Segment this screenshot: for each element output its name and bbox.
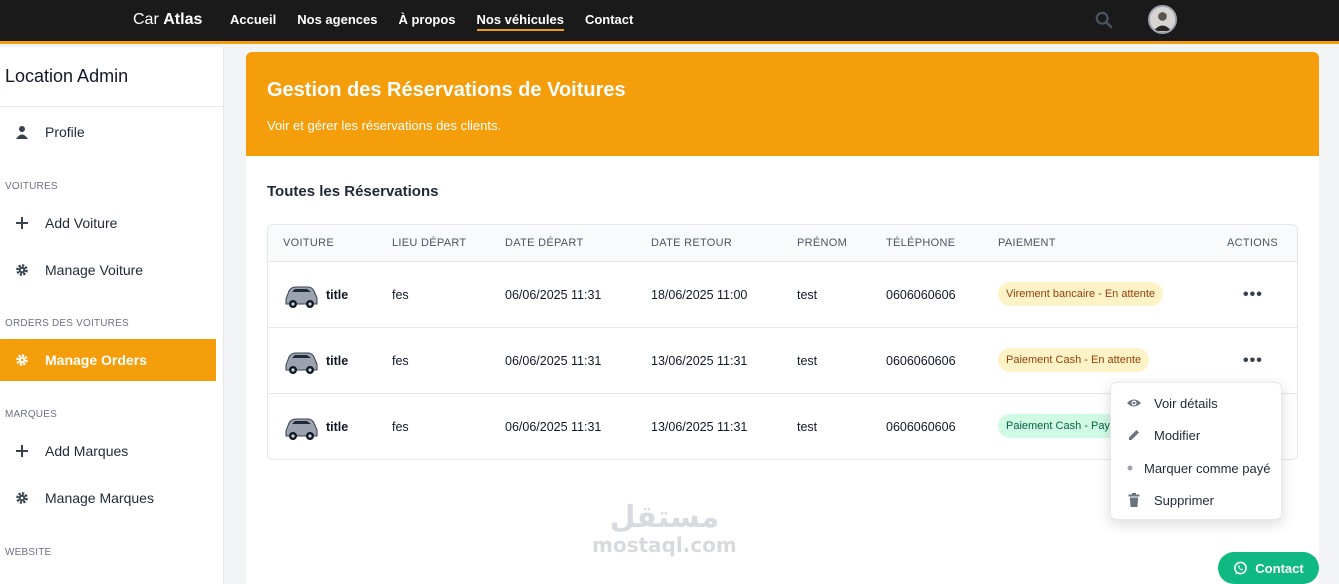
more-actions-icon[interactable]: ••• bbox=[1243, 286, 1263, 304]
cell-date-retour: 13/06/2025 11:31 bbox=[651, 420, 748, 434]
row-actions-menu: Voir détails Modifier Marquer comme payé… bbox=[1110, 382, 1282, 520]
cell-lieu: fes bbox=[392, 288, 409, 302]
brand-bold: Atlas bbox=[163, 11, 203, 28]
payment-status-badge: Virement bancaire - En attente bbox=[998, 282, 1163, 306]
cell-telephone: 0606060606 bbox=[886, 354, 956, 368]
menu-item-mark-paid[interactable]: Marquer comme payé bbox=[1126, 457, 1270, 479]
car-thumbnail bbox=[285, 286, 318, 308]
cell-prenom: test bbox=[797, 420, 818, 434]
nav-link-vehicules[interactable]: Nos véhicules bbox=[476, 12, 564, 31]
payment-status-badge: Paiement Cash - En attente bbox=[998, 348, 1150, 372]
cell-date-retour: 13/06/2025 11:31 bbox=[651, 354, 748, 368]
car-thumbnail bbox=[285, 418, 318, 440]
cell-lieu: fes bbox=[392, 420, 409, 434]
plus-icon bbox=[16, 445, 28, 457]
cell-prenom: test bbox=[797, 354, 818, 368]
watermark: مستقل mostaql.com bbox=[592, 500, 737, 557]
sidebar-item-label: Manage Voiture bbox=[45, 262, 144, 278]
nav-link-contact[interactable]: Contact bbox=[585, 12, 633, 31]
section-marques: MARQUES bbox=[5, 409, 57, 420]
nav-link-agences[interactable]: Nos agences bbox=[297, 12, 377, 31]
sidebar-item-label: Profile bbox=[45, 124, 85, 140]
eye-icon bbox=[1127, 399, 1141, 407]
column-header: DATE DÉPART bbox=[505, 237, 584, 249]
watermark-latin: mostaql.com bbox=[592, 533, 737, 557]
sidebar-item-label: Add Marques bbox=[45, 443, 129, 459]
user-icon bbox=[16, 126, 28, 139]
brand-prefix: Car bbox=[133, 11, 159, 28]
cell-prenom: test bbox=[797, 288, 818, 302]
contact-button[interactable]: Contact bbox=[1218, 552, 1319, 584]
sidebar-item-profile[interactable]: Profile bbox=[0, 111, 216, 153]
dot-icon bbox=[1127, 465, 1133, 471]
cell-lieu: fes bbox=[392, 354, 409, 368]
menu-item-label: Supprimer bbox=[1154, 492, 1214, 508]
menu-item-delete[interactable]: Supprimer bbox=[1126, 489, 1214, 511]
column-header: VOITURE bbox=[283, 237, 334, 249]
page-header: Gestion des Réservations de Voitures Voi… bbox=[246, 52, 1319, 156]
search-icon[interactable] bbox=[1095, 11, 1113, 29]
column-header: PRÉNOM bbox=[797, 237, 848, 249]
cell-telephone: 0606060606 bbox=[886, 288, 956, 302]
menu-item-label: Marquer comme payé bbox=[1144, 460, 1271, 476]
top-navbar: Car Atlas Accueil Nos agences À propos N… bbox=[0, 0, 1339, 44]
column-header: DATE RETOUR bbox=[651, 237, 733, 249]
cell-date-depart: 06/06/2025 11:31 bbox=[505, 288, 602, 302]
column-header: LIEU DÉPART bbox=[392, 237, 467, 249]
sidebar-item-manage-marques[interactable]: Manage Marques bbox=[0, 477, 216, 519]
sidebar-item-label: Add Voiture bbox=[45, 215, 118, 231]
watermark-arabic: مستقل bbox=[609, 500, 720, 535]
page-subtitle: Voir et gérer les réservations des clien… bbox=[267, 118, 502, 133]
car-name: title bbox=[326, 288, 349, 302]
more-actions-icon[interactable]: ••• bbox=[1243, 352, 1263, 370]
table-title: Toutes les Réservations bbox=[267, 183, 439, 200]
sidebar-item-add-marques[interactable]: Add Marques bbox=[0, 430, 216, 472]
pencil-icon bbox=[1129, 430, 1139, 440]
contact-button-label: Contact bbox=[1255, 560, 1304, 576]
menu-item-label: Voir détails bbox=[1154, 395, 1218, 411]
car-name: title bbox=[326, 354, 349, 368]
column-header: TÉLÉPHONE bbox=[886, 237, 956, 249]
table-row: title fes 06/06/2025 11:31 18/06/2025 11… bbox=[268, 262, 1297, 328]
cell-telephone: 0606060606 bbox=[886, 420, 956, 434]
avatar-icon bbox=[1150, 7, 1175, 32]
column-header: PAIEMENT bbox=[998, 237, 1056, 249]
cell-date-retour: 18/06/2025 11:00 bbox=[651, 288, 748, 302]
trash-icon bbox=[1128, 493, 1140, 507]
nav-link-apropos[interactable]: À propos bbox=[398, 12, 455, 31]
sidebar-divider bbox=[0, 106, 223, 107]
menu-item-label: Modifier bbox=[1154, 427, 1201, 443]
plus-icon bbox=[16, 217, 28, 229]
nav-links: Accueil Nos agences À propos Nos véhicul… bbox=[230, 12, 633, 31]
sidebar: Location Admin Profile VOITURES Add Voit… bbox=[0, 47, 224, 584]
whatsapp-icon bbox=[1234, 561, 1248, 575]
nav-link-accueil[interactable]: Accueil bbox=[230, 12, 276, 31]
car-thumbnail bbox=[285, 352, 318, 374]
gear-icon bbox=[16, 264, 28, 276]
cell-date-depart: 06/06/2025 11:31 bbox=[505, 420, 602, 434]
table-header: VOITURE LIEU DÉPART DATE DÉPART DATE RET… bbox=[268, 225, 1297, 262]
section-orders: ORDERS DES VOITURES bbox=[5, 318, 129, 329]
menu-item-edit[interactable]: Modifier bbox=[1126, 424, 1200, 446]
column-header: ACTIONS bbox=[1227, 237, 1278, 249]
sidebar-item-manage-orders[interactable]: Manage Orders bbox=[0, 339, 216, 381]
sidebar-item-label: Manage Marques bbox=[45, 490, 154, 506]
cell-date-depart: 06/06/2025 11:31 bbox=[505, 354, 602, 368]
menu-item-view[interactable]: Voir détails bbox=[1126, 392, 1218, 414]
page-title: Gestion des Réservations de Voitures bbox=[267, 79, 626, 101]
gear-icon bbox=[16, 354, 28, 366]
car-name: title bbox=[326, 420, 349, 434]
sidebar-item-label: Manage Orders bbox=[45, 352, 147, 368]
brand-logo[interactable]: Car Atlas bbox=[133, 11, 202, 29]
sidebar-item-manage-voiture[interactable]: Manage Voiture bbox=[0, 249, 216, 291]
section-voitures: VOITURES bbox=[5, 181, 58, 192]
sidebar-item-add-voiture[interactable]: Add Voiture bbox=[0, 202, 216, 244]
sidebar-title: Location Admin bbox=[5, 66, 129, 86]
gear-icon bbox=[16, 492, 28, 504]
payment-status-badge: Paiement Cash - Payé bbox=[998, 414, 1125, 438]
section-website: WEBSITE bbox=[5, 547, 52, 558]
user-avatar[interactable] bbox=[1148, 5, 1177, 34]
